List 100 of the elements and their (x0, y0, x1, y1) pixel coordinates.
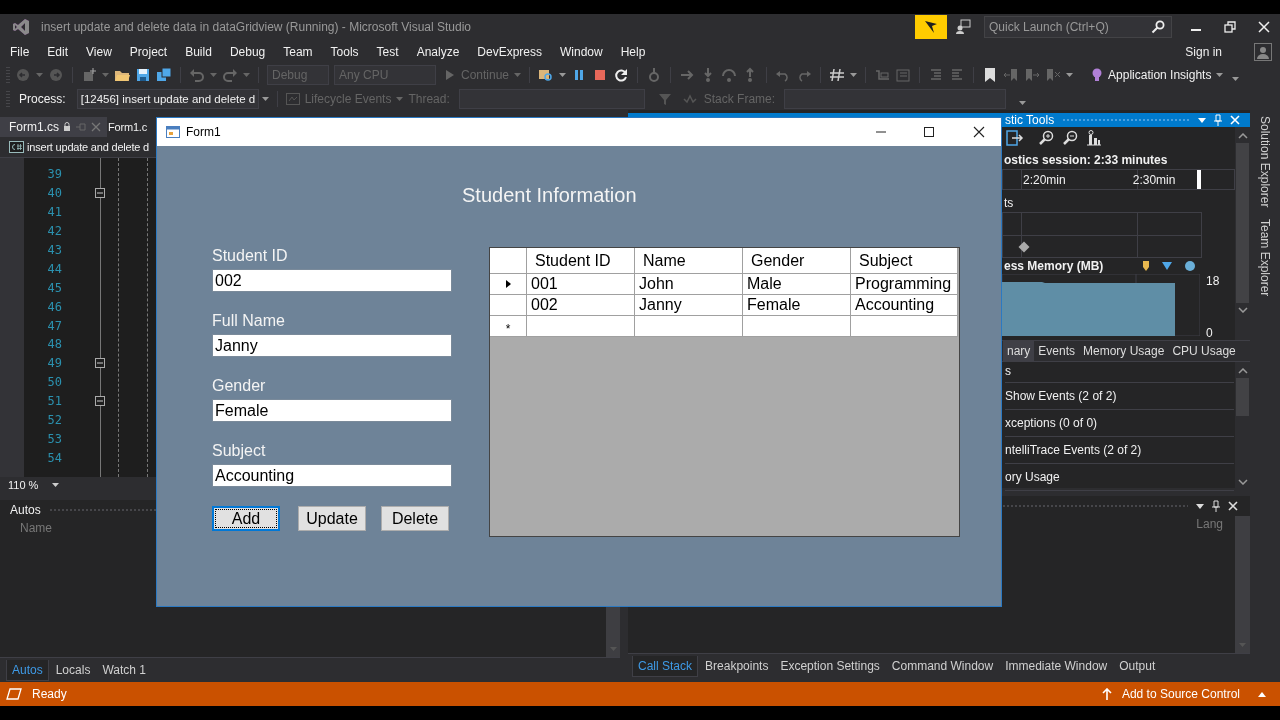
column-header[interactable]: Name (635, 248, 743, 274)
panel-tab[interactable]: Breakpoints (700, 656, 774, 676)
scroll-down-icon[interactable] (1237, 307, 1248, 313)
column-header[interactable]: Student ID (527, 248, 635, 274)
close-icon[interactable] (973, 126, 985, 138)
diagnostics-tab[interactable]: nary (1003, 341, 1035, 361)
grid-cell[interactable]: Accounting (851, 295, 958, 316)
grid-cell[interactable] (527, 316, 635, 337)
restore-icon[interactable] (1224, 21, 1236, 33)
account-icon[interactable] (1254, 42, 1272, 61)
menu-item[interactable]: View (86, 44, 112, 59)
hex-icon[interactable] (829, 67, 846, 83)
bookmark-clear-icon[interactable] (1045, 67, 1062, 83)
row-header[interactable] (490, 274, 527, 295)
panel-tab[interactable]: Output (1114, 656, 1161, 676)
chart-icon[interactable] (1086, 130, 1102, 147)
arrow-up-icon[interactable] (1101, 688, 1112, 700)
collapse-icon[interactable] (95, 188, 105, 199)
form-button[interactable]: Update (298, 506, 366, 531)
row-header[interactable]: * (490, 316, 527, 337)
summary-row[interactable]: s (1005, 362, 1234, 383)
menu-item[interactable]: Analyze (416, 44, 460, 59)
summary-row[interactable]: ory Usage (1005, 464, 1234, 491)
panel-tab[interactable]: Exception Settings (775, 656, 885, 676)
quick-launch-field[interactable]: Quick Launch (Ctrl+Q) (984, 16, 1172, 38)
diagnostics-tab[interactable]: Events (1034, 341, 1080, 361)
summary-row[interactable]: Show Events (2 of 2) (1005, 383, 1234, 410)
dropdown-icon[interactable] (1196, 503, 1204, 509)
form-button[interactable]: Delete (381, 506, 449, 531)
menu-item[interactable]: DevExpress (477, 44, 542, 59)
text-field[interactable]: Accounting (212, 464, 452, 487)
sign-in-link[interactable]: Sign in (1185, 44, 1222, 59)
navigation-dropdown[interactable]: insert update and delete d (9, 140, 149, 153)
grid-cell[interactable] (743, 316, 851, 337)
scrollbar-thumb[interactable] (1236, 143, 1249, 303)
diagnostics-tab[interactable]: Memory Usage (1079, 341, 1169, 361)
process-dropdown[interactable]: [12456] insert update and delete d (76, 88, 259, 109)
summary-row[interactable]: ntelliTrace Events (2 of 2) (1005, 437, 1234, 464)
collapse-icon[interactable] (95, 358, 105, 369)
menu-item[interactable]: Window (560, 44, 603, 59)
grid-cell[interactable] (851, 316, 958, 337)
save-all-icon[interactable] (156, 67, 172, 83)
zoom-out-icon[interactable] (1062, 130, 1078, 147)
time-marker[interactable] (1197, 170, 1202, 190)
panel-tab[interactable]: Locals (50, 660, 96, 680)
panel-tab[interactable]: Command Window (886, 656, 999, 676)
restart-icon[interactable] (613, 67, 630, 83)
caret-icon[interactable] (52, 482, 59, 487)
caret-up-icon[interactable] (1258, 691, 1266, 697)
export-icon[interactable] (1006, 130, 1024, 147)
text-field[interactable]: Female (212, 399, 452, 422)
panel-tab[interactable]: Call Stack (632, 655, 699, 677)
scroll-up-icon[interactable] (1237, 368, 1248, 374)
zoom-in-icon[interactable] (1038, 130, 1054, 147)
grid-cell[interactable]: Female (743, 295, 851, 316)
menu-item[interactable]: Tools (330, 44, 359, 59)
form-button[interactable]: Add (212, 506, 280, 531)
caret-icon[interactable] (850, 73, 858, 77)
zoom-dropdown[interactable]: 110 % (8, 478, 48, 491)
grid-cell[interactable]: 002 (527, 295, 635, 316)
text-field[interactable]: Janny (212, 334, 452, 357)
text-field[interactable]: 002 (212, 269, 452, 292)
undo-icon[interactable] (189, 67, 205, 83)
process-window-icon[interactable] (538, 67, 555, 83)
side-tab[interactable]: Team Explorer (1258, 219, 1272, 297)
menu-item[interactable]: Edit (47, 44, 69, 59)
grid-cell[interactable]: Janny (635, 295, 743, 316)
caret-icon[interactable] (559, 73, 567, 77)
panel-tab[interactable]: Immediate Window (1000, 656, 1113, 676)
summary-row[interactable]: xceptions (0 of 0) (1005, 410, 1234, 437)
diagnostics-tab[interactable]: CPU Usage (1168, 341, 1240, 361)
menu-item[interactable]: Build (185, 44, 212, 59)
notification-button[interactable] (915, 15, 947, 39)
grid-cell[interactable]: Programming (851, 274, 958, 295)
caret-icon[interactable] (261, 96, 269, 101)
application-insights-button[interactable]: Application Insights (1092, 68, 1212, 82)
editor-tab[interactable]: Form1.cs (0, 117, 63, 137)
editor-tab[interactable]: Form1.c (108, 117, 147, 137)
search-icon[interactable] (1151, 20, 1165, 34)
grid-cell[interactable]: 001 (527, 274, 635, 295)
menu-item[interactable]: Test (376, 44, 399, 59)
menu-item[interactable]: File (10, 44, 30, 59)
new-project-icon[interactable] (81, 67, 97, 83)
step-over-icon[interactable] (721, 67, 738, 83)
feedback-icon[interactable] (955, 19, 971, 35)
side-tab[interactable]: Solution Explorer (1258, 116, 1272, 208)
column-header[interactable]: Subject (851, 248, 958, 274)
collapse-icon[interactable] (95, 396, 105, 407)
scroll-up-icon[interactable] (1237, 133, 1248, 139)
caret-icon[interactable] (1019, 100, 1027, 105)
bookmark-next-icon[interactable] (1024, 67, 1041, 83)
save-icon[interactable] (135, 67, 151, 83)
menu-item[interactable]: Debug (229, 44, 266, 59)
column-header[interactable]: Gender (743, 248, 851, 274)
scroll-down-icon[interactable] (1237, 479, 1248, 485)
menu-item[interactable]: Help (620, 44, 646, 59)
grid-cell[interactable]: John (635, 274, 743, 295)
panel-tab[interactable]: Autos (6, 659, 49, 681)
maximize-icon[interactable] (923, 126, 935, 138)
scrollbar-thumb[interactable] (1236, 378, 1249, 416)
